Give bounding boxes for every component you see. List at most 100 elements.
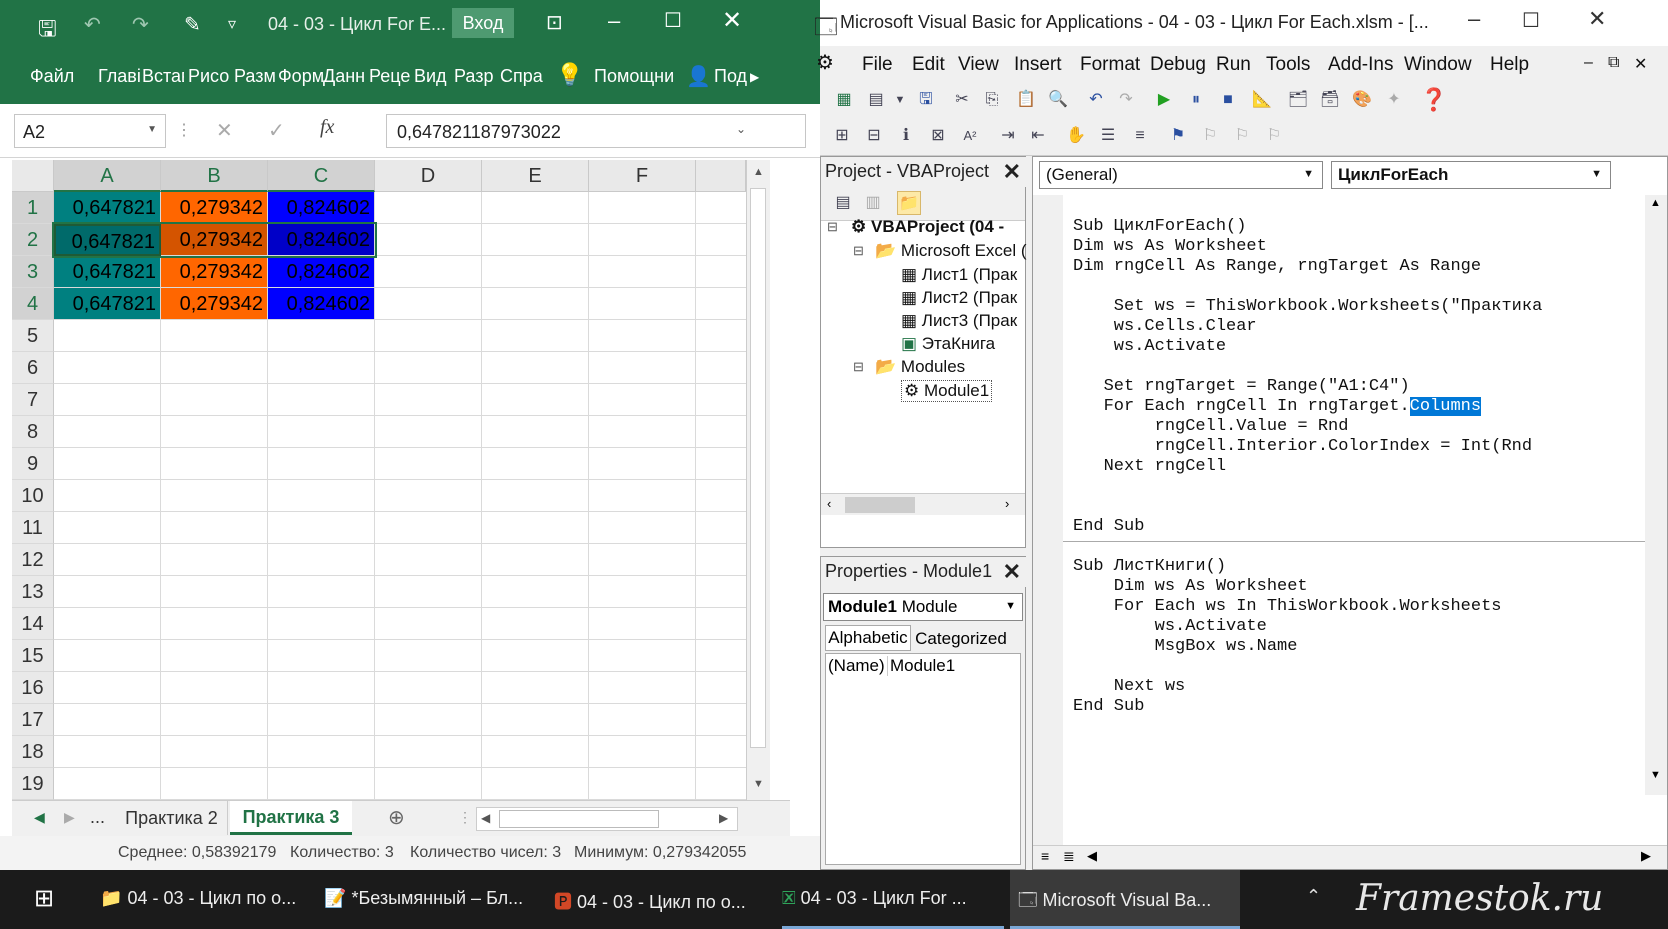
scroll-right-icon[interactable]: ▶ [1641, 848, 1651, 864]
tab-draw[interactable]: Рисо [188, 66, 229, 87]
code-line[interactable]: Sub ЛистКниги() [1073, 557, 1226, 576]
code-editor[interactable]: Sub ЦиклForEach() Dim ws As Worksheet Di… [1033, 195, 1645, 845]
collapse-icon[interactable]: ⊟ [853, 359, 864, 375]
tab-developer[interactable]: Разр [454, 66, 493, 87]
cell[interactable]: 0,647821 [54, 288, 161, 320]
row-header[interactable]: 15 [12, 640, 54, 672]
menu-debug[interactable]: Debug [1150, 54, 1206, 76]
quick-access-dropdown-icon[interactable]: ▿ [228, 14, 236, 34]
close-icon[interactable]: ✕ [722, 6, 742, 35]
row-header[interactable]: 3 [12, 256, 54, 288]
row-header[interactable]: 9 [12, 448, 54, 480]
scroll-down-icon[interactable]: ▼ [753, 778, 764, 790]
scroll-left-icon[interactable]: ◀ [481, 811, 490, 825]
code-line[interactable]: rngCell.Interior.ColorIndex = Int(Rnd [1073, 437, 1532, 456]
code-line[interactable]: Next ws [1073, 677, 1185, 696]
object-browser-icon[interactable]: 🎨 [1350, 88, 1374, 112]
code-line[interactable]: Dim ws As Worksheet [1073, 577, 1308, 596]
tab-share[interactable]: Под [714, 66, 747, 87]
insert-dropdown-icon[interactable]: ▼ [888, 88, 912, 112]
code-line[interactable]: Dim ws As Worksheet [1073, 237, 1267, 256]
reset-icon[interactable]: ■ [1216, 88, 1240, 112]
taskbar-app[interactable]: 📁 04 - 03 - Цикл по о... [100, 870, 312, 929]
row-header[interactable]: 4 [12, 288, 54, 320]
insert-userform-icon[interactable]: ▤ [864, 88, 888, 112]
tree-module1[interactable]: ⚙ Module1 [901, 380, 993, 402]
scroll-right-icon[interactable]: ▶ [719, 811, 728, 825]
code-line[interactable]: rngCell.Value = Rnd [1073, 417, 1349, 436]
cell[interactable]: 0,824602 [268, 256, 375, 288]
complete-word-icon[interactable]: A² [958, 124, 982, 148]
signin-button[interactable]: Вход [452, 8, 514, 38]
toolbox-icon[interactable]: ✦ [1382, 88, 1406, 112]
ribbon-scroll-right-icon[interactable]: ▶ [750, 70, 759, 84]
cell[interactable]: 0,279342 [161, 192, 268, 224]
person-icon[interactable]: 👤 [686, 64, 711, 89]
list-constants-icon[interactable]: ⊟ [862, 124, 886, 148]
row-header[interactable]: 7 [12, 384, 54, 416]
view-excel-icon[interactable]: ▦ [832, 88, 856, 112]
tab-categorized[interactable]: Categorized [913, 627, 1009, 653]
parameter-info-icon[interactable]: ⊠ [926, 124, 950, 148]
row-header[interactable]: 19 [12, 768, 54, 800]
toggle-breakpoint-icon[interactable]: ✋ [1064, 124, 1088, 148]
close-child-icon[interactable]: ✕ [1634, 54, 1647, 74]
scroll-left-icon[interactable]: ‹ [827, 496, 831, 511]
menu-insert[interactable]: Insert [1014, 54, 1062, 76]
code-vscrollbar[interactable]: ▲ ▼ [1645, 195, 1667, 795]
tab-review[interactable]: Реце [369, 66, 410, 87]
hscroll-thumb[interactable] [499, 810, 659, 828]
tree-sheet2[interactable]: ▦ Лист2 (Прак [901, 288, 1017, 308]
row-header[interactable]: 11 [12, 512, 54, 544]
object-combo[interactable]: (General) ▼ [1039, 161, 1323, 189]
next-sheet-icon[interactable]: ▶ [64, 809, 75, 826]
clear-bookmarks-icon[interactable]: ⚐ [1262, 124, 1286, 148]
expand-formula-icon[interactable]: ⌄ [736, 122, 746, 136]
eraser-icon[interactable]: ✎ [184, 12, 201, 37]
excel-object-icon[interactable]: ⚙ [816, 50, 834, 75]
minimize-icon[interactable]: – [1468, 6, 1480, 32]
row-header[interactable]: 13 [12, 576, 54, 608]
close-icon[interactable]: ✕ [1003, 559, 1021, 585]
taskbar-app[interactable]: 🗷 04 - 03 - Цикл For ... [782, 870, 1004, 929]
chevron-down-icon[interactable]: ▼ [1005, 600, 1016, 612]
menu-help[interactable]: Help [1490, 54, 1529, 76]
collapse-icon[interactable]: ⊟ [853, 243, 864, 259]
scroll-up-icon[interactable]: ▲ [1650, 197, 1661, 209]
maximize-icon[interactable]: ☐ [1522, 8, 1540, 33]
menu-format[interactable]: Format [1080, 54, 1140, 76]
tab-view[interactable]: Вид [414, 66, 447, 87]
list-properties-icon[interactable]: ⊞ [830, 124, 854, 148]
property-value[interactable]: Module1 [890, 656, 955, 676]
scroll-right-icon[interactable]: › [1005, 496, 1009, 511]
toggle-bookmark-icon[interactable]: ⚑ [1166, 124, 1190, 148]
scroll-left-icon[interactable]: ◀ [1087, 848, 1097, 864]
tab-layout[interactable]: Разм [234, 66, 276, 87]
toggle-folders-icon[interactable]: 📁 [897, 191, 921, 215]
procedure-combo[interactable]: ЦиклForEach ▼ [1331, 161, 1611, 189]
row-header[interactable]: 14 [12, 608, 54, 640]
comment-block-icon[interactable]: ☰ [1096, 124, 1120, 148]
tab-file[interactable]: Файл [30, 66, 74, 87]
tab-data[interactable]: Данн [323, 66, 365, 87]
procedure-view-icon[interactable]: ≡ [1041, 848, 1049, 864]
row-header[interactable]: 1 [12, 192, 54, 224]
column-header-e[interactable]: E [482, 160, 589, 192]
project-explorer-icon[interactable]: 🗂 [1286, 88, 1310, 112]
chevron-down-icon[interactable]: ▼ [1591, 168, 1602, 180]
view-object-icon[interactable]: ▥ [861, 191, 885, 215]
ribbon-display-icon[interactable]: ⊡ [546, 10, 563, 35]
code-line[interactable]: For Each rngCell In rngTarget.Columns [1073, 397, 1482, 416]
code-line[interactable]: Set ws = ThisWorkbook.Worksheets("Практи… [1073, 297, 1542, 316]
project-hscrollbar[interactable]: ‹ › [821, 493, 1025, 515]
run-icon[interactable]: ▶ [1152, 88, 1176, 112]
tab-formulas[interactable]: Форм [278, 66, 324, 87]
scroll-thumb[interactable] [750, 188, 766, 748]
help-icon[interactable]: ❓ [1420, 88, 1447, 112]
lightbulb-icon[interactable]: 💡 [556, 62, 583, 88]
tree-modules[interactable]: 📂 Modules [875, 357, 965, 377]
taskbar-app[interactable]: 📝 *Безымянный – Бл... [324, 870, 546, 929]
object-dropdown[interactable]: Module1 Module ▼ [823, 593, 1023, 621]
tree-vbaproject[interactable]: ⚙ VBAProject (04 - [851, 217, 1004, 237]
row-header[interactable]: 2 [12, 224, 54, 256]
